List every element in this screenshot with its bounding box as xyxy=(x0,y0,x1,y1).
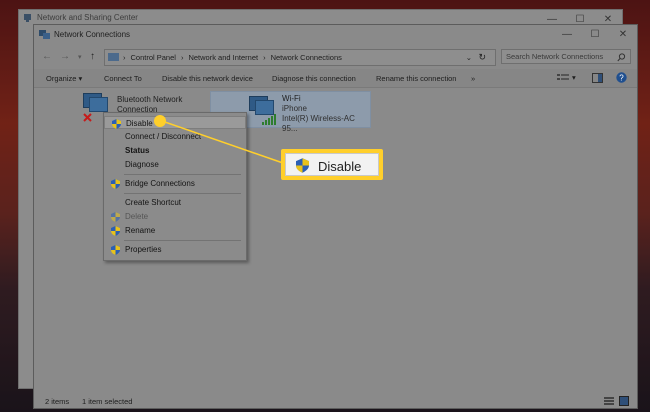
breadcrumb-separator-icon: › xyxy=(123,53,126,62)
menu-separator xyxy=(124,240,241,241)
menu-item-properties[interactable]: Properties xyxy=(104,243,246,256)
callout-label: Disable xyxy=(318,159,362,174)
breadcrumb-network-internet[interactable]: Network and Internet xyxy=(188,53,258,62)
details-view-icon[interactable] xyxy=(604,397,614,405)
address-bar[interactable]: › Control Panel › Network and Internet ›… xyxy=(104,49,496,66)
help-icon[interactable]: ? xyxy=(616,72,627,83)
breadcrumb-separator-icon: › xyxy=(263,53,266,62)
menu-item-disable[interactable]: Disable xyxy=(104,116,246,129)
uac-shield-icon xyxy=(111,245,120,255)
view-options-icon[interactable] xyxy=(557,73,569,83)
disconnected-x-icon xyxy=(83,113,92,122)
menu-separator xyxy=(124,174,241,175)
maximize-button[interactable]: ☐ xyxy=(581,25,609,43)
minimize-button[interactable]: — xyxy=(553,25,581,43)
search-placeholder: Search Network Connections xyxy=(506,52,604,61)
context-menu: Disable Connect / Disconnect Status Diag… xyxy=(103,112,247,261)
item-count: 2 items xyxy=(45,397,70,406)
adapter-name: Wi-Fi xyxy=(282,94,301,103)
menu-item-status[interactable]: Status xyxy=(104,144,246,157)
status-bar: 2 items 1 item selected xyxy=(34,394,637,408)
close-button[interactable]: ✕ xyxy=(609,25,637,43)
wifi-adapter-icon xyxy=(249,96,274,115)
forward-arrow-icon[interactable]: → xyxy=(60,51,70,62)
disable-device-button[interactable]: Disable this network device xyxy=(162,74,253,83)
callout-box: Disable xyxy=(281,149,383,180)
preview-pane-icon[interactable] xyxy=(592,73,603,83)
back-window-title: Network and Sharing Center xyxy=(37,13,138,22)
recent-dropdown-icon[interactable]: ▾ xyxy=(78,53,82,61)
connect-to-button[interactable]: Connect To xyxy=(104,74,142,83)
address-row: ← → ▾ ↑ › Control Panel › Network and In… xyxy=(34,46,637,68)
menu-item-bridge-connections[interactable]: Bridge Connections xyxy=(104,177,246,190)
title-bar[interactable]: Network Connections — ☐ ✕ xyxy=(34,25,637,45)
breadcrumb-network-connections[interactable]: Network Connections xyxy=(271,53,342,62)
network-adapter-icon xyxy=(83,93,108,112)
large-icons-view-icon[interactable] xyxy=(619,396,629,406)
uac-shield-icon xyxy=(111,212,120,222)
window-title: Network Connections xyxy=(54,30,131,39)
uac-shield-icon xyxy=(111,179,120,189)
search-icon xyxy=(617,53,626,62)
uac-shield-icon xyxy=(112,119,121,129)
refresh-icon[interactable]: ↻ xyxy=(478,52,486,63)
uac-shield-icon xyxy=(111,226,120,236)
callout-marker xyxy=(154,115,166,127)
menu-separator xyxy=(124,193,241,194)
breadcrumb-control-panel[interactable]: Control Panel xyxy=(131,53,176,62)
up-arrow-icon[interactable]: ↑ xyxy=(90,51,95,62)
organize-menu[interactable]: Organize ▾ xyxy=(46,74,82,83)
menu-item-diagnose[interactable]: Diagnose xyxy=(104,158,246,171)
view-dropdown-icon[interactable]: ▾ xyxy=(572,73,576,82)
adapter-network: iPhone xyxy=(282,104,307,113)
search-input[interactable]: Search Network Connections xyxy=(501,49,631,64)
menu-item-rename[interactable]: Rename xyxy=(104,224,246,237)
rename-connection-button[interactable]: Rename this connection xyxy=(376,74,456,83)
control-panel-icon xyxy=(108,53,119,61)
network-center-icon xyxy=(24,14,31,22)
signal-bars-icon xyxy=(262,114,276,125)
network-connections-icon xyxy=(39,30,50,39)
uac-shield-icon xyxy=(296,158,309,173)
selection-count: 1 item selected xyxy=(82,397,133,406)
command-bar: Organize ▾ Connect To Disable this netwo… xyxy=(34,69,637,88)
back-arrow-icon[interactable]: ← xyxy=(42,51,52,62)
menu-item-create-shortcut[interactable]: Create Shortcut xyxy=(104,196,246,209)
address-dropdown-icon[interactable]: ⌄ xyxy=(466,53,472,62)
svg-text:?: ? xyxy=(619,74,624,83)
diagnose-connection-button[interactable]: Diagnose this connection xyxy=(272,74,356,83)
adapter-name: Bluetooth Network xyxy=(117,95,183,104)
menu-item-delete: Delete xyxy=(104,210,246,223)
menu-item-connect-disconnect[interactable]: Connect / Disconnect xyxy=(104,130,246,143)
adapter-device: Intel(R) Wireless-AC 95... xyxy=(282,114,355,133)
more-commands-button[interactable]: » xyxy=(471,74,475,83)
breadcrumb-separator-icon: › xyxy=(180,53,184,62)
